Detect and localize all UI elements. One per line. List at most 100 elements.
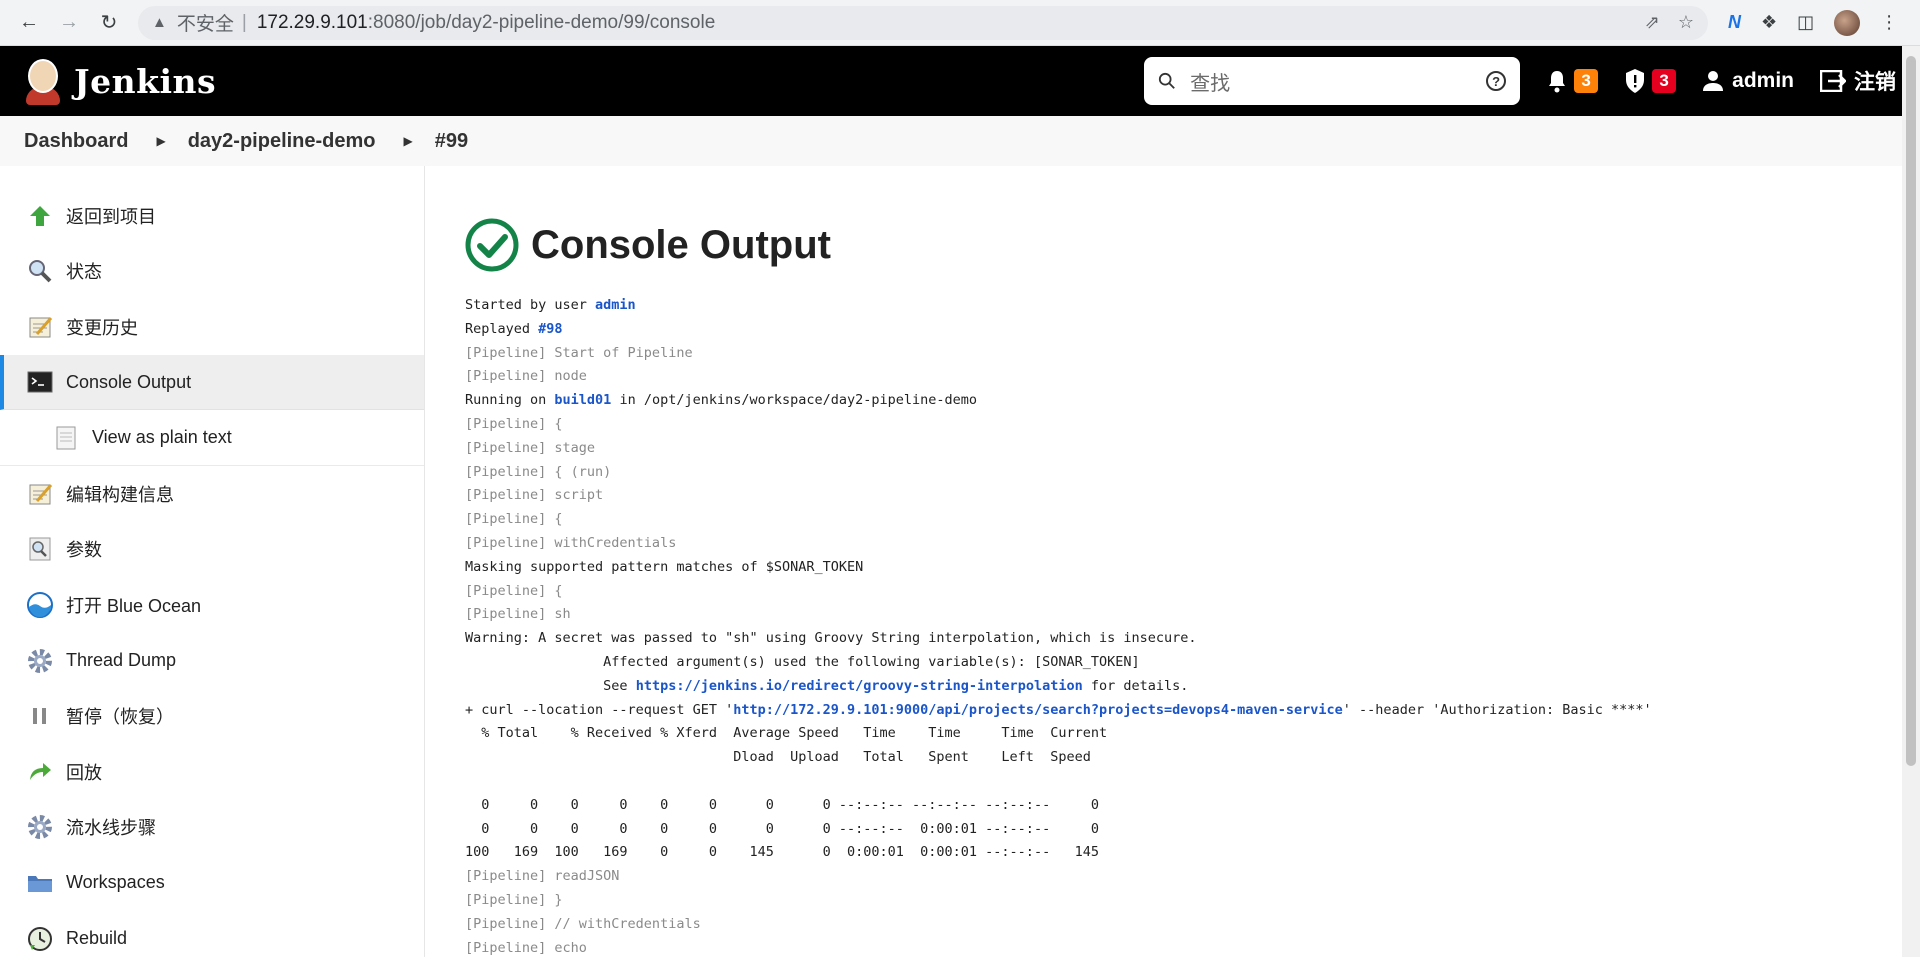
jenkins-title: Jenkins — [74, 61, 217, 101]
sidebar-item-parameters[interactable]: 参数 — [0, 522, 424, 578]
console-line: Replayed — [465, 320, 539, 337]
url-host: 172.29.9.101 — [256, 11, 368, 33]
console-line: [Pipeline] Start of Pipeline — [465, 344, 693, 361]
replay-arrow-icon — [26, 758, 54, 786]
sidebar-item-label: Console Output — [66, 371, 192, 392]
console-line: Affected argument(s) used the following … — [465, 653, 1140, 670]
main-content: Console Output Started by user admin Rep… — [425, 166, 1920, 957]
help-icon[interactable]: ? — [1486, 71, 1507, 91]
share-icon[interactable]: ⇗ — [1645, 12, 1660, 33]
scrollbar-thumb[interactable] — [1906, 56, 1916, 766]
search-box[interactable]: 查找 ? — [1144, 57, 1521, 105]
page-scrollbar[interactable] — [1902, 46, 1920, 957]
logout-button[interactable]: 注销 — [1820, 66, 1896, 96]
sidebar-item-edit-build-info[interactable]: 编辑构建信息 — [0, 466, 424, 522]
up-arrow-icon — [26, 202, 54, 230]
shield-icon — [1626, 69, 1645, 93]
clock-icon — [26, 925, 54, 953]
console-line: Running on — [465, 392, 555, 409]
sidebar-item-status[interactable]: 状态 — [0, 244, 424, 300]
sidebar-item-console-output[interactable]: Console Output — [0, 354, 424, 411]
console-line: [Pipeline] } — [465, 891, 563, 908]
console-line: Started by user — [465, 297, 596, 313]
console-line: [Pipeline] { — [465, 415, 563, 432]
sidebar-item-label: 回放 — [66, 762, 102, 783]
sidebar-item-label: 变更历史 — [66, 317, 138, 338]
sidebar-item-plain-text[interactable]: View as plain text — [0, 410, 424, 466]
gear-icon — [26, 647, 54, 675]
address-separator: | — [241, 11, 247, 33]
puzzle-icon[interactable]: ❖ — [1761, 12, 1777, 33]
extension-n-icon[interactable]: N — [1728, 12, 1741, 33]
sidebar-item-pause[interactable]: 暂停（恢复） — [0, 688, 424, 744]
sidebar-item-thread-dump[interactable]: Thread Dump — [0, 633, 424, 689]
sidebar-item-replay[interactable]: 回放 — [0, 744, 424, 800]
sidebar-item-label: 暂停（恢复） — [66, 707, 174, 728]
breadcrumb-job[interactable]: day2-pipeline-demo — [188, 130, 376, 153]
sidebar-item-workspaces[interactable]: Workspaces — [0, 855, 424, 911]
search-input[interactable]: 查找 — [1190, 67, 1472, 96]
console-line: [Pipeline] echo — [465, 939, 587, 956]
folder-icon — [26, 869, 54, 897]
console-line: Warning: A secret was passed to "sh" usi… — [465, 630, 1197, 647]
forward-arrow-icon[interactable]: → — [52, 6, 86, 40]
console-line: [Pipeline] readJSON — [465, 868, 620, 885]
notepad-icon — [26, 313, 54, 341]
breadcrumb-dashboard[interactable]: Dashboard — [24, 130, 128, 153]
sidebar-item-blue-ocean[interactable]: 打开 Blue Ocean — [0, 577, 424, 633]
jenkins-logo[interactable]: Jenkins — [24, 57, 216, 105]
notepad-icon — [26, 480, 54, 508]
warning-triangle-icon: ▲ — [152, 14, 167, 31]
side-panel-icon[interactable]: ◫ — [1797, 12, 1814, 33]
sidebar-item-rebuild[interactable]: Rebuild — [0, 911, 424, 957]
terminal-icon — [26, 368, 54, 396]
console-log: Started by user admin Replayed #98 [Pipe… — [465, 294, 1920, 957]
console-line: [Pipeline] { — [465, 511, 563, 528]
console-line: [Pipeline] // withCredentials — [465, 915, 701, 932]
sidebar-item-label: 参数 — [66, 540, 102, 561]
security-button[interactable]: 3 — [1624, 68, 1677, 94]
user-button[interactable]: admin — [1702, 69, 1794, 93]
sidebar: 返回到项目 状态 变更历史 Console Output View as pla… — [0, 166, 425, 957]
chevron-right-icon[interactable]: ▶ — [156, 134, 165, 148]
insecure-label: 不安全 — [176, 14, 234, 35]
console-line: ' --header 'Authorization: Basic ****' — [1342, 701, 1652, 718]
user-link[interactable]: admin — [595, 297, 636, 313]
success-check-icon — [465, 218, 519, 272]
console-line: [Pipeline] node — [465, 368, 587, 385]
menu-dots-icon[interactable]: ⋮ — [1880, 12, 1898, 33]
notifications-button[interactable]: 3 — [1546, 69, 1599, 93]
sidebar-item-pipeline-steps[interactable]: 流水线步骤 — [0, 800, 424, 856]
reload-icon[interactable]: ↻ — [92, 6, 126, 40]
user-name: admin — [1732, 69, 1794, 92]
url-path: :8080/job/day2-pipeline-demo/99/console — [367, 11, 716, 33]
console-line: in /opt/jenkins/workspace/day2-pipeline-… — [611, 392, 978, 409]
console-line: for details. — [1082, 677, 1189, 694]
sidebar-item-back-to-project[interactable]: 返回到项目 — [0, 188, 424, 244]
address-bar[interactable]: ▲ 不安全 | 172.29.9.101 :8080/job/day2-pipe… — [138, 5, 1708, 40]
sidebar-item-label: Rebuild — [66, 928, 128, 949]
security-badge: 3 — [1652, 69, 1677, 93]
back-arrow-icon[interactable]: ← — [12, 6, 46, 40]
notifications-badge: 3 — [1574, 69, 1599, 93]
sidebar-item-label: View as plain text — [92, 427, 232, 448]
user-icon — [1703, 71, 1724, 91]
replayed-build-link[interactable]: #98 — [538, 321, 562, 337]
profile-avatar[interactable] — [1834, 9, 1861, 36]
groovy-interpolation-link[interactable]: https://jenkins.io/redirect/groovy-strin… — [636, 678, 1083, 694]
console-line: [Pipeline] stage — [465, 439, 596, 456]
bell-icon — [1549, 71, 1566, 93]
breadcrumb-build[interactable]: #99 — [435, 130, 468, 153]
chevron-right-icon[interactable]: ▶ — [404, 134, 413, 148]
sidebar-item-label: 状态 — [66, 262, 102, 283]
node-link[interactable]: build01 — [554, 392, 611, 408]
page-title: Console Output — [531, 222, 831, 267]
sonar-api-link[interactable]: http://172.29.9.101:9000/api/projects/se… — [733, 702, 1343, 718]
console-line: + curl --location --request GET ' — [465, 701, 734, 718]
sidebar-item-changes[interactable]: 变更历史 — [0, 299, 424, 355]
console-line: 0 0 0 0 0 0 0 0 --:--:-- 0:00:01 --:--:-… — [465, 820, 1099, 837]
star-icon[interactable]: ☆ — [1678, 12, 1694, 33]
console-line: Dload Upload Total Spent Left Speed — [465, 749, 1091, 766]
blue-ocean-icon — [26, 591, 54, 619]
search-icon — [1159, 72, 1175, 89]
